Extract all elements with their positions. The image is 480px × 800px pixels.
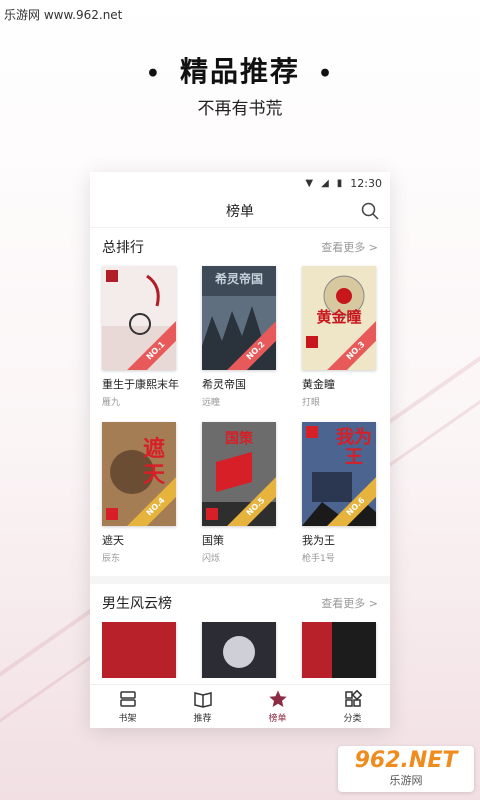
book-card[interactable]: 希灵帝国 NO.2 希灵帝国 远瞳 [202,266,278,408]
book-author: 远瞳 [202,398,221,408]
book-row: NO.1 重生于康熙末年 雁九 希灵帝国 NO.2 希灵帝国 远瞳 黄金瞳 NO… [102,266,378,408]
wifi-icon: ▼ [305,177,314,189]
logo-text: 962.NET [354,748,458,773]
tab-recommend[interactable]: 推荐 [165,685,240,728]
bottom-tab-bar: 书架 推荐 榜单 分类 [90,684,390,728]
book-cover[interactable]: 国策 NO.5 [202,422,276,526]
tab-category[interactable]: 分类 [315,685,390,728]
book-title: 黄金瞳 [302,378,335,391]
page-title: 榜单 [226,203,254,220]
book-cover[interactable] [202,622,276,678]
site-logo: 962.NET 乐游网 [338,746,474,792]
book-card[interactable] [102,622,178,678]
view-more-link[interactable]: 查看更多 > [321,239,378,255]
promo-dot-right: • [318,60,335,87]
book-cover[interactable]: 遮天 NO.4 [102,422,176,526]
star-icon [268,690,287,707]
book-author: 雁九 [102,398,121,408]
cover-art [102,270,176,370]
book-author: 打眼 [302,398,321,408]
book-title: 希灵帝国 [202,378,246,391]
cover-title: 希灵帝国 [214,272,263,286]
book-author: 辰东 [102,554,121,564]
book-title: 国策 [202,534,224,547]
logo-subtext: 乐游网 [389,774,423,787]
signal-icon: ◢ [321,177,329,189]
tab-bookshelf[interactable]: 书架 [90,685,165,728]
book-card[interactable] [202,622,278,678]
promo-title: • 精品推荐 • [0,50,480,90]
battery-icon: ▮ [336,177,343,189]
book-row [102,622,378,678]
book-cover[interactable] [102,622,176,678]
book-cover[interactable]: 希灵帝国 NO.2 [202,266,276,370]
book-card[interactable]: 国策 NO.5 国策 闪烁 [202,422,278,564]
decor-stripe [380,343,480,473]
book-card[interactable]: 遮天 NO.4 遮天 辰东 [102,422,178,564]
book-title: 遮天 [102,534,124,547]
section-title: 男生风云榜 [102,596,172,612]
book-card[interactable]: 我为王 NO.6 我为王 枪手1号 [302,422,378,564]
promo-dot-left: • [145,60,162,87]
section-divider [90,576,390,584]
cover-title: 遮天 [142,436,165,488]
book-cover[interactable]: NO.1 [102,266,176,370]
view-more-link[interactable]: 查看更多 > [321,595,378,611]
bookshelf-icon [119,691,136,707]
tab-label: 书架 [118,714,137,724]
status-bar: ▼ ◢ ▮ 12:30 [90,172,390,194]
section-header: 男生风云榜 查看更多 > [102,584,378,622]
tab-label: 榜单 [268,714,287,724]
section-title: 总排行 [102,240,144,256]
book-cover[interactable]: 黄金瞳 NO.3 [302,266,376,370]
book-cover[interactable]: 我为王 NO.6 [302,422,376,526]
cover-title: 黄金瞳 [316,308,362,326]
promo-subtitle: 不再有书荒 [197,99,283,119]
book-card[interactable] [302,622,378,678]
watermark-text: 乐游网 www.962.net [4,8,123,22]
book-author: 枪手1号 [302,554,335,564]
tab-label: 分类 [343,714,362,724]
book-cover[interactable] [302,622,376,678]
nav-bar: 榜单 [90,194,390,228]
section-header: 总排行 查看更多 > [102,228,378,266]
book-title: 重生于康熙末年 [102,378,179,391]
promo-title-text: 精品推荐 [179,55,300,88]
book-author: 闪烁 [202,554,221,564]
book-row: 遮天 NO.4 遮天 辰东 国策 NO.5 国策 闪烁 我为王 NO.6 我为王… [102,422,378,564]
book-icon [193,692,212,708]
status-time: 12:30 [350,176,382,190]
tab-label: 推荐 [193,714,212,724]
search-icon[interactable] [360,201,380,221]
book-card[interactable]: 黄金瞳 NO.3 黄金瞳 打眼 [302,266,378,408]
section-male-ranking: 男生风云榜 查看更多 > [90,584,390,678]
section-total-ranking: 总排行 查看更多 > NO.1 重生于康熙末年 雁九 希灵帝国 NO.2 希灵帝… [90,228,390,564]
cover-art [223,636,255,668]
cover-art [302,622,332,678]
grid-icon [344,689,362,707]
cover-title: 国策 [225,431,253,447]
phone-screen: ▼ ◢ ▮ 12:30 榜单 总排行 查看更多 > NO.1 重生于康熙末年 雁… [90,172,390,728]
tab-ranking[interactable]: 榜单 [240,685,315,728]
cover-title: 我为王 [336,427,372,468]
book-title: 我为王 [302,534,335,547]
book-card[interactable]: NO.1 重生于康熙末年 雁九 [102,266,179,408]
